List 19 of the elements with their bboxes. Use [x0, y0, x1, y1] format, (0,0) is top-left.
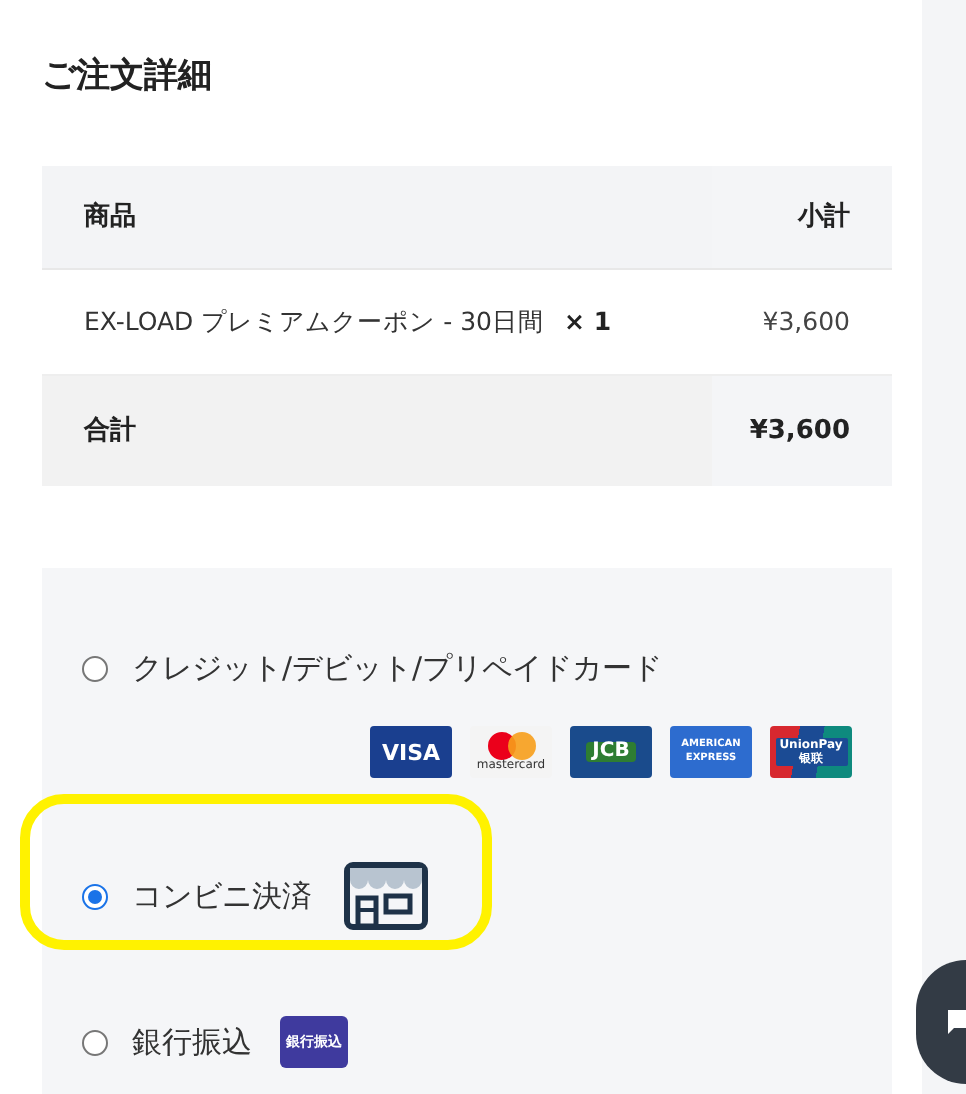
radio-button[interactable]: [82, 883, 108, 909]
chat-button[interactable]: [916, 960, 966, 1084]
payment-option-label: 銀行振込: [132, 1021, 252, 1064]
column-header: 小計: [798, 199, 850, 236]
column-header: 商品: [84, 199, 136, 236]
total-label: 合計: [84, 413, 136, 450]
subtotal: ¥3,600: [760, 303, 852, 340]
product-name: EX-LOAD プレミアムクーポン - 30日間: [84, 303, 544, 340]
radio-button[interactable]: [82, 655, 108, 681]
chat-icon: [948, 1006, 966, 1038]
page-title: ご注文詳細: [42, 54, 214, 100]
card-logo: JCB: [570, 726, 652, 778]
total-value: ¥3,600: [749, 413, 850, 450]
card-logo: VISA: [370, 726, 452, 778]
payment-option-label: クレジット/デビット/プリペイドカード: [132, 647, 663, 690]
store-icon: [344, 862, 428, 930]
payment-option-label: コンビニ決済: [132, 875, 312, 918]
radio-button[interactable]: [82, 1029, 108, 1055]
quantity: × 1: [564, 303, 612, 340]
